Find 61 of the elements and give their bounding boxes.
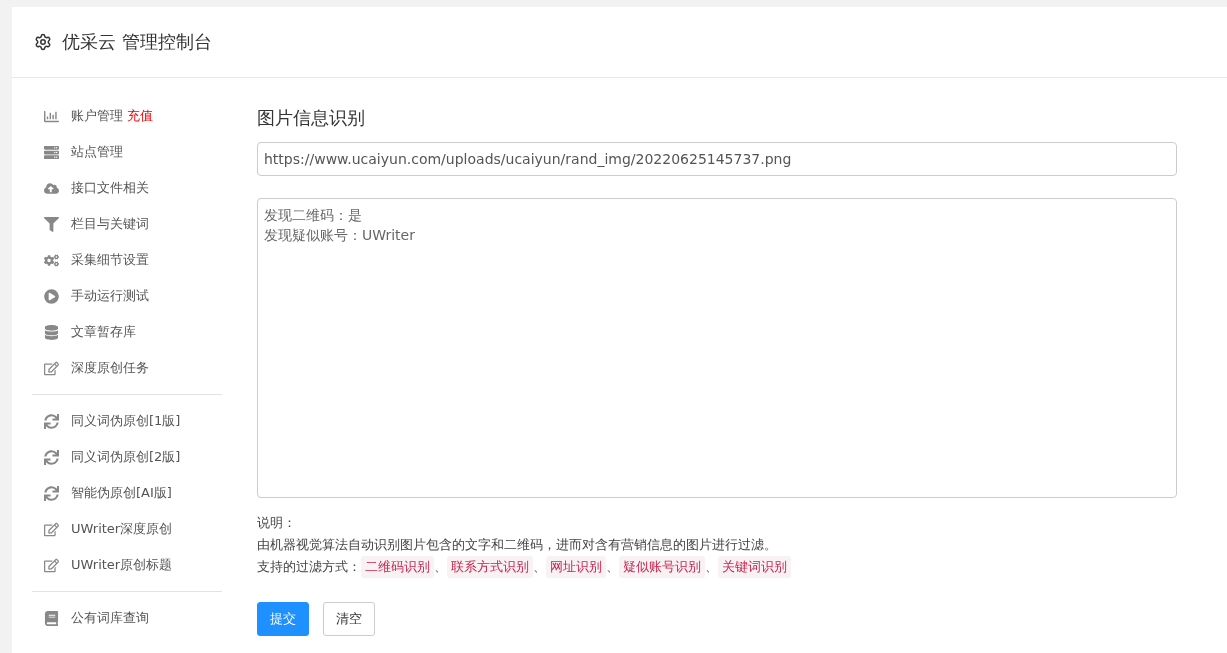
result-text-area[interactable]: 发现二维码：是 发现疑似账号：UWriter xyxy=(257,198,1177,498)
separator-text: 、 xyxy=(705,558,718,576)
edit-icon xyxy=(44,521,59,537)
sidebar-item[interactable]: 账户管理 充值 xyxy=(32,98,222,134)
sidebar-item-label: 同义词伪原创[2版] xyxy=(71,448,181,466)
sidebar-item-label: 公有词库查询 xyxy=(71,609,149,627)
console-title: 优采云 管理控制台 xyxy=(62,30,212,54)
sidebar-item-label: UWriter深度原创 xyxy=(71,520,173,538)
book-icon xyxy=(44,610,59,626)
settings-icon xyxy=(34,33,52,51)
separator-text: 、 xyxy=(434,558,447,576)
filter-tag: 关键词识别 xyxy=(718,556,791,578)
play-icon xyxy=(44,288,59,304)
page-title: 图片信息识别 xyxy=(257,106,366,130)
clear-button[interactable]: 清空 xyxy=(323,602,375,636)
sidebar-item-label: 文章暂存库 xyxy=(71,323,136,341)
notes-label: 说明： xyxy=(257,514,297,532)
sidebar-item-label: 账户管理 充值 xyxy=(71,107,153,125)
sidebar-item[interactable]: 同义词伪原创[2版] xyxy=(32,439,222,475)
sidebar-item-label: 站点管理 xyxy=(71,143,123,161)
sidebar-item[interactable]: 公有词库查询 xyxy=(32,600,222,636)
sidebar-item-label: 手动运行测试 xyxy=(71,287,149,305)
recharge-link[interactable]: 充值 xyxy=(127,108,153,123)
refresh-icon xyxy=(44,449,59,465)
sidebar-item[interactable]: 智能伪原创[AI版] xyxy=(32,475,222,511)
server-icon xyxy=(44,144,59,160)
sidebar-item[interactable]: 手动运行测试 xyxy=(32,278,222,314)
filter-tag: 联系方式识别 xyxy=(447,556,533,578)
sidebar-item-label: 智能伪原创[AI版] xyxy=(71,484,172,502)
filter-icon xyxy=(44,216,59,232)
sidebar-item-label: 栏目与关键词 xyxy=(71,215,149,233)
filter-tag: 疑似账号识别 xyxy=(619,556,705,578)
filter-tag: 二维码识别 xyxy=(361,556,434,578)
edit-icon xyxy=(44,557,59,573)
sidebar-item[interactable]: 同义词伪原创[1版] xyxy=(32,403,222,439)
sidebar-item[interactable]: 采集细节设置 xyxy=(32,242,222,278)
url-input-field[interactable]: https://www.ucaiyun.com/uploads/ucaiyun/rand_img/20220625145737.png xyxy=(257,142,1177,176)
separator-text: 、 xyxy=(533,558,546,576)
sidebar-item-label: 深度原创任务 xyxy=(71,359,149,377)
refresh-icon xyxy=(44,413,59,429)
database-icon xyxy=(44,324,59,340)
edit-icon xyxy=(44,360,59,376)
refresh-icon xyxy=(44,485,59,501)
sidebar-item-label: 采集细节设置 xyxy=(71,251,149,269)
sidebar-item-label: UWriter原创标题 xyxy=(71,556,173,574)
filter-tag: 网址识别 xyxy=(546,556,606,578)
bar-chart-icon xyxy=(44,108,59,124)
sidebar-item[interactable]: 站点管理 xyxy=(32,134,222,170)
sidebar-item[interactable]: 接口文件相关 xyxy=(32,170,222,206)
sidebar-item[interactable]: 深度原创任务 xyxy=(32,350,222,386)
filters-label: 支持的过滤方式： xyxy=(257,558,361,576)
sidebar-item[interactable]: 文章暂存库 xyxy=(32,314,222,350)
sidebar-item[interactable]: UWriter深度原创 xyxy=(32,511,222,547)
sidebar-item-label: 同义词伪原创[1版] xyxy=(71,412,181,430)
sidebar-item-label: 接口文件相关 xyxy=(71,179,149,197)
notes-description: 由机器视觉算法自动识别图片包含的文字和二维码，进而对含有营销信息的图片进行过滤。 xyxy=(257,536,778,554)
sidebar-item[interactable]: 栏目与关键词 xyxy=(32,206,222,242)
sidebar-item[interactable]: UWriter原创标题 xyxy=(32,547,222,583)
separator-text: 、 xyxy=(606,558,619,576)
gears-icon xyxy=(44,252,59,268)
cloud-upload-icon xyxy=(44,180,59,196)
